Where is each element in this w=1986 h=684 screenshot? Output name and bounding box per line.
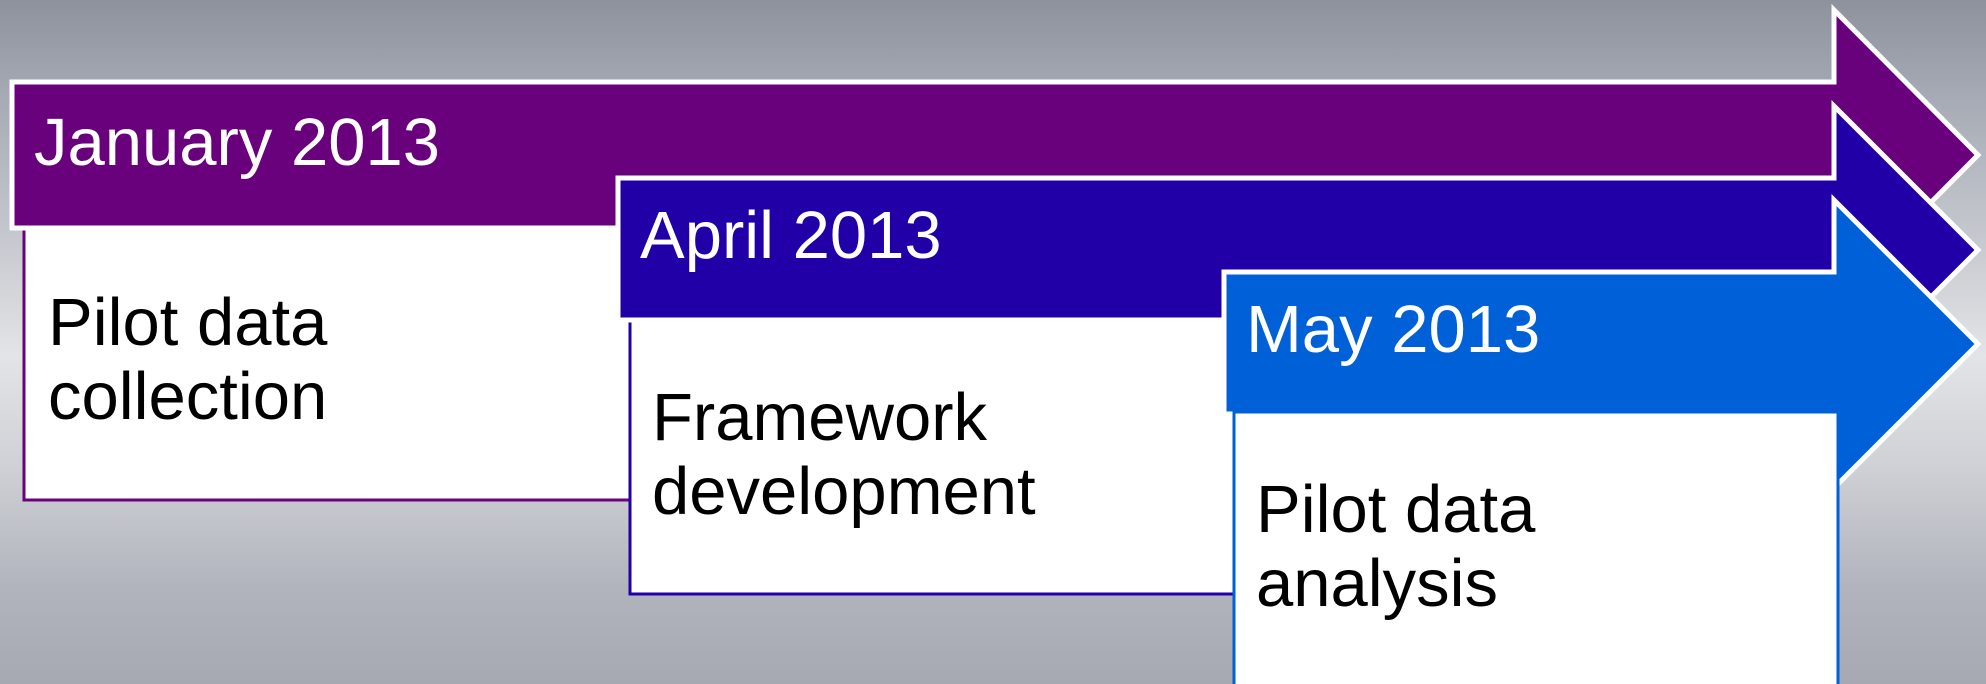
step-1-date-label: January 2013 bbox=[34, 105, 441, 180]
step-1-description: Pilot data collection bbox=[48, 285, 328, 434]
timeline-diagram: January 2013 Pilot data collection April… bbox=[0, 0, 1986, 684]
step-2-date-label: April 2013 bbox=[640, 198, 942, 273]
step-3-date-label: May 2013 bbox=[1246, 292, 1541, 367]
step-3-description: Pilot data analysis bbox=[1256, 472, 1536, 621]
step-2-description: Framework development bbox=[652, 380, 1036, 529]
